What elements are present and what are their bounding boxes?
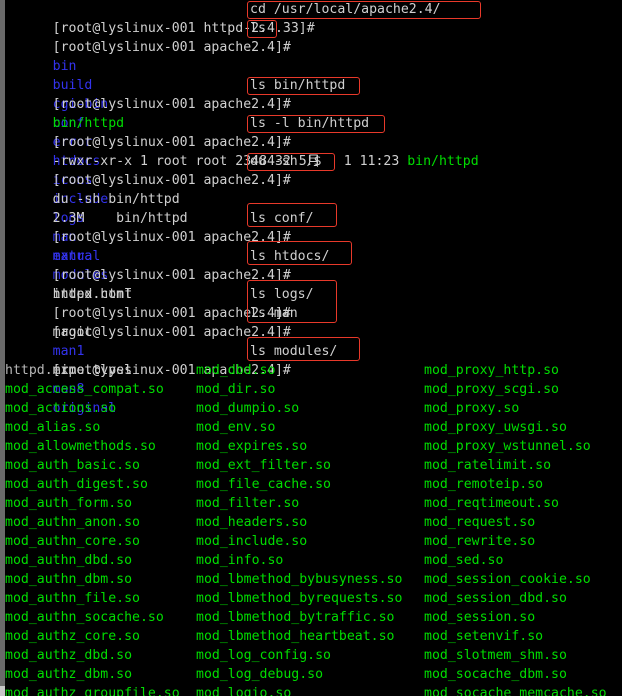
module-file: mod_proxy.so xyxy=(424,401,520,416)
module-file: mod_auth_form.so xyxy=(5,496,133,511)
shell-prompt: [root@lyslinux-001 apache2.4]# xyxy=(52,325,299,340)
module-file: mod_proxy_http.so xyxy=(424,363,559,378)
command-ls-modules[interactable]: ls modules/ xyxy=(250,342,337,361)
module-file: mod_file_cache.so xyxy=(196,477,331,492)
module-file: mod_include.so xyxy=(196,534,308,549)
module-file: mod_info.so xyxy=(196,553,284,568)
export-file: httpd.exp xyxy=(5,363,77,378)
module-file: mod_lbmethod_bybusyness.so xyxy=(196,572,403,587)
command-du-sh-bang[interactable]: du -sh !$ xyxy=(250,152,321,171)
module-file: mod_slotmem_shm.so xyxy=(424,648,567,663)
module-file: mod_actions.so xyxy=(5,401,117,416)
command-ls-htdocs[interactable]: ls htdocs/ xyxy=(250,247,329,266)
module-file: mod_remoteip.so xyxy=(424,477,544,492)
module-file: mod_authn_anon.so xyxy=(5,515,140,530)
terminal-window[interactable]: [root@lyslinux-001 httpd-2.4.33]# cd /us… xyxy=(0,0,622,696)
module-file: mod_dbd.so xyxy=(196,363,276,378)
module-file: mod_access_compat.so xyxy=(5,382,164,397)
module-file: mod_filter.so xyxy=(196,496,300,511)
command-ls-man[interactable]: ls man xyxy=(250,304,298,323)
module-file: mod_request.so xyxy=(424,515,536,530)
module-file: mod_ratelimit.so xyxy=(424,458,552,473)
module-file: mod_authn_dbd.so xyxy=(5,553,133,568)
scrollbar-track[interactable] xyxy=(0,0,5,696)
module-file: mod_proxy_uwsgi.so xyxy=(424,420,567,435)
module-file: mod_authn_core.so xyxy=(5,534,140,549)
module-file: mod_lbmethod_bytraffic.so xyxy=(196,610,395,625)
module-file: mod_lbmethod_heartbeat.so xyxy=(196,629,395,644)
module-file: mod_socache_dbm.so xyxy=(424,667,567,682)
module-file: mod_reqtimeout.so xyxy=(424,496,559,511)
module-file: mod_session_dbd.so xyxy=(424,591,567,606)
module-file: mod_setenvif.so xyxy=(424,629,544,644)
module-file: mod_logio.so xyxy=(196,686,292,696)
command-ls[interactable]: ls xyxy=(250,19,266,38)
command-ls-bin-httpd[interactable]: ls bin/httpd xyxy=(250,76,345,95)
exec-bin-httpd: bin/httpd xyxy=(407,154,479,169)
module-file: mod_session_cookie.so xyxy=(424,572,591,587)
command-cd-apache[interactable]: cd /usr/local/apache2.4/ xyxy=(250,0,441,19)
module-file: mod_allowmethods.so xyxy=(5,439,156,454)
module-file: mod_headers.so xyxy=(196,515,308,530)
module-file: mod_sed.so xyxy=(424,553,504,568)
module-file: mod_socache_memcache.so xyxy=(424,686,607,696)
command-ls-logs[interactable]: ls logs/ xyxy=(250,285,314,304)
module-file: mod_log_config.so xyxy=(196,648,331,663)
module-file: mod_alias.so xyxy=(5,420,101,435)
module-file: mod_expires.so xyxy=(196,439,308,454)
module-file: mod_authz_groupfile.so xyxy=(5,686,180,696)
module-file: mod_auth_basic.so xyxy=(5,458,140,473)
module-file: mod_authn_dbm.so xyxy=(5,572,133,587)
terminal-screen[interactable]: [root@lyslinux-001 httpd-2.4.33]# cd /us… xyxy=(5,0,622,696)
module-file: mod_authn_socache.so xyxy=(5,610,164,625)
module-file: mod_auth_digest.so xyxy=(5,477,148,492)
module-file: mod_authn_file.so xyxy=(5,591,140,606)
command-ls-l-bin-httpd[interactable]: ls -l bin/httpd xyxy=(250,114,369,133)
module-file: mod_session.so xyxy=(424,610,536,625)
module-file: mod_dir.so xyxy=(196,382,276,397)
module-file: mod_rewrite.so xyxy=(424,534,536,549)
module-file: mod_dumpio.so xyxy=(196,401,300,416)
module-file: mod_proxy_scgi.so xyxy=(424,382,559,397)
module-file: mod_env.so xyxy=(196,420,276,435)
module-file: mod_log_debug.so xyxy=(196,667,324,682)
module-file: mod_authz_dbd.so xyxy=(5,648,133,663)
module-file: mod_ext_filter.so xyxy=(196,458,331,473)
module-file: mod_proxy_wstunnel.so xyxy=(424,439,591,454)
command-ls-conf[interactable]: ls conf/ xyxy=(250,209,314,228)
module-file: mod_authz_core.so xyxy=(5,629,140,644)
scrollbar-thumb[interactable] xyxy=(0,0,5,686)
module-file: mod_lbmethod_byrequests.so xyxy=(196,591,403,606)
module-file: mod_authz_dbm.so xyxy=(5,667,133,682)
